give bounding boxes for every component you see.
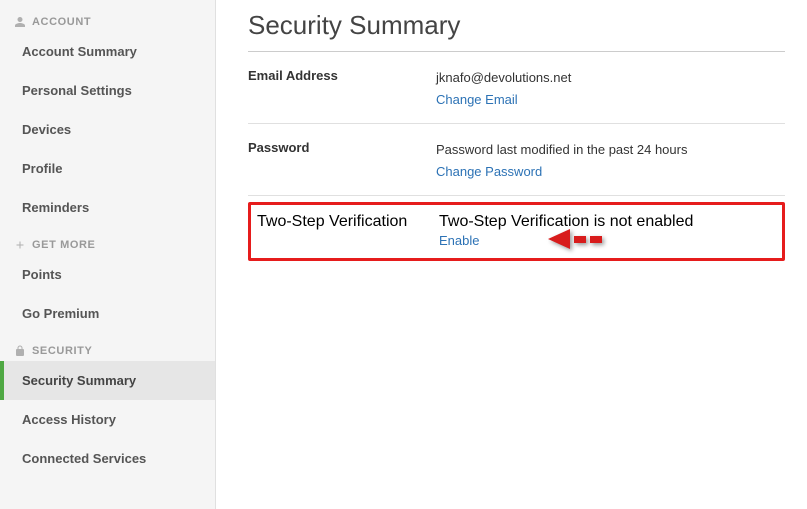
sidebar-item-access-history[interactable]: Access History <box>0 400 215 439</box>
change-email-link[interactable]: Change Email <box>436 90 518 110</box>
sidebar-section-getmore-title: GET MORE <box>32 239 95 251</box>
row-email: Email Address jknafo@devolutions.net Cha… <box>248 52 785 124</box>
sidebar-item-points[interactable]: Points <box>0 255 215 294</box>
sidebar-item-label: Account Summary <box>22 44 137 59</box>
sidebar-section-account-title: ACCOUNT <box>32 16 91 28</box>
main-content: Security Summary Email Address jknafo@de… <box>216 0 807 509</box>
sidebar-section-security-title: SECURITY <box>32 345 92 357</box>
sidebar-item-label: Devices <box>22 122 71 137</box>
email-label: Email Address <box>248 68 436 109</box>
page-title: Security Summary <box>248 10 785 52</box>
sidebar-item-account-summary[interactable]: Account Summary <box>0 32 215 71</box>
sidebar-item-label: Profile <box>22 161 62 176</box>
change-password-link[interactable]: Change Password <box>436 162 542 182</box>
sidebar-item-label: Security Summary <box>22 373 136 388</box>
sidebar-item-label: Go Premium <box>22 306 99 321</box>
twostep-value: Two-Step Verification is not enabled <box>439 213 693 231</box>
sidebar-item-personal-settings[interactable]: Personal Settings <box>0 71 215 110</box>
lock-icon <box>14 345 26 357</box>
sidebar-item-devices[interactable]: Devices <box>0 110 215 149</box>
enable-twostep-link[interactable]: Enable <box>439 233 479 248</box>
sidebar-item-connected-services[interactable]: Connected Services <box>0 439 215 478</box>
row-two-step-verification: Two-Step Verification Two-Step Verificat… <box>248 202 785 261</box>
password-label: Password <box>248 140 436 181</box>
row-password: Password Password last modified in the p… <box>248 124 785 196</box>
twostep-label: Two-Step Verification <box>257 213 439 250</box>
sidebar-item-reminders[interactable]: Reminders <box>0 188 215 227</box>
sidebar: ACCOUNT Account Summary Personal Setting… <box>0 0 216 509</box>
plus-icon <box>14 239 26 251</box>
sidebar-item-label: Connected Services <box>22 451 146 466</box>
sidebar-item-label: Access History <box>22 412 116 427</box>
email-value-col: jknafo@devolutions.net Change Email <box>436 68 785 109</box>
sidebar-section-getmore-header: GET MORE <box>0 233 215 255</box>
sidebar-item-security-summary[interactable]: Security Summary <box>0 361 215 400</box>
sidebar-section-security-header: SECURITY <box>0 339 215 361</box>
user-icon <box>14 16 26 28</box>
email-value: jknafo@devolutions.net <box>436 68 785 88</box>
sidebar-section-account-header: ACCOUNT <box>0 10 215 32</box>
twostep-value-col: Two-Step Verification is not enabled Ena… <box>439 213 693 250</box>
sidebar-item-label: Personal Settings <box>22 83 132 98</box>
password-value-col: Password last modified in the past 24 ho… <box>436 140 785 181</box>
sidebar-item-label: Reminders <box>22 200 89 215</box>
sidebar-item-profile[interactable]: Profile <box>0 149 215 188</box>
password-value: Password last modified in the past 24 ho… <box>436 140 785 160</box>
sidebar-item-go-premium[interactable]: Go Premium <box>0 294 215 333</box>
sidebar-item-label: Points <box>22 267 62 282</box>
